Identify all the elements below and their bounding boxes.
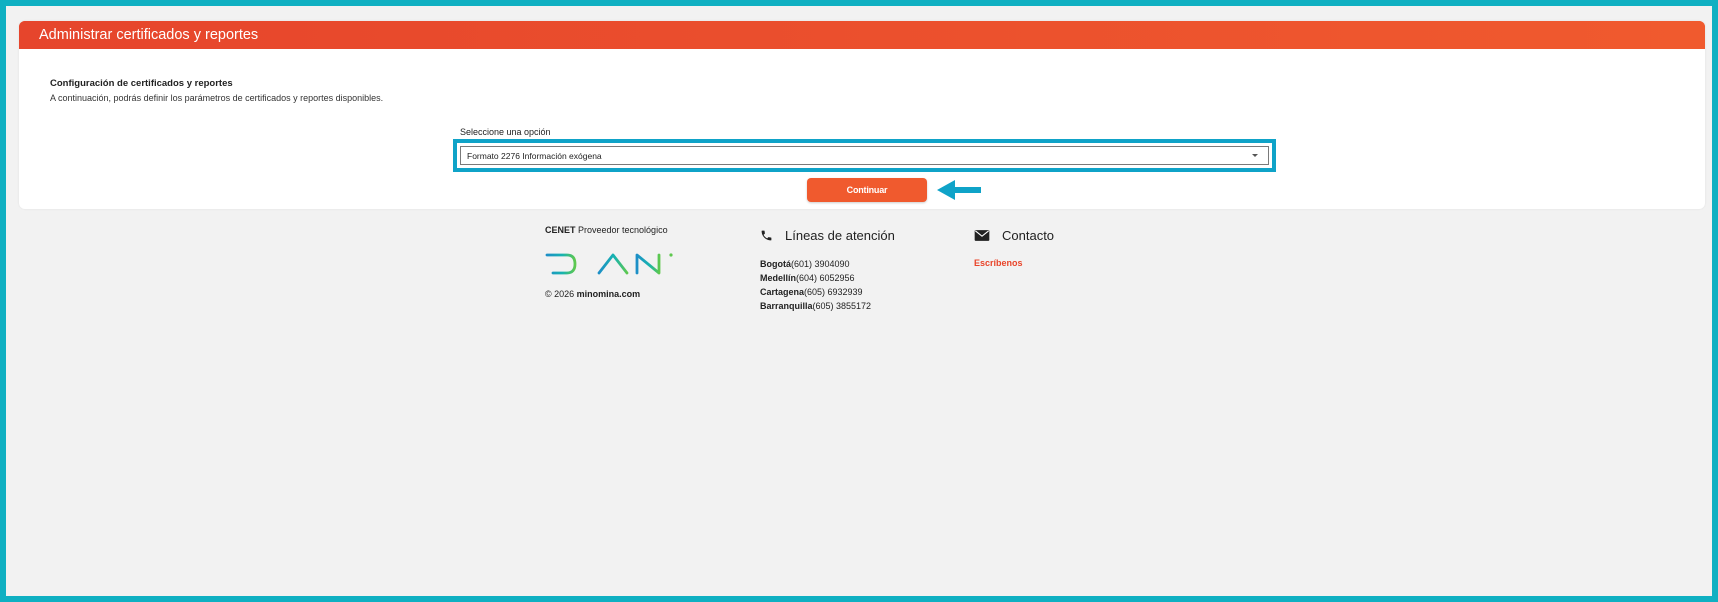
select-highlight-box: Formato 2276 Información exógena [453,139,1276,172]
provider-label: Proveedor tecnológico [575,225,668,235]
contact-link[interactable]: Escríbenos [974,258,1054,268]
continue-button[interactable]: Continuar [807,178,927,202]
copyright: © 2026 minomina.com [545,289,641,299]
chevron-down-icon[interactable] [1252,154,1258,157]
certificates-card: Administrar certificados y reportes Conf… [19,21,1705,209]
card-header: Administrar certificados y reportes [19,21,1705,49]
dian-logo [545,253,673,275]
provider-brand: CENET [545,225,576,235]
site-name: minomina.com [576,289,641,299]
contact-heading: Contacto [974,225,1054,245]
support-line: Medellín(604) 6052956 [760,273,855,283]
config-title: Configuración de certificados y reportes [50,78,233,89]
option-select[interactable]: Formato 2276 Información exógena [460,146,1269,165]
arrow-left-icon [937,180,981,200]
page-title: Administrar certificados y reportes [39,27,259,43]
footer-provider: CENET Proveedor tecnológico © 2026 minom… [545,225,677,299]
support-heading: Líneas de atención [760,225,895,245]
support-lines: Bogotá(601) 3904090 Medellín(604) 605295… [760,257,895,313]
support-title: Líneas de atención [785,227,895,243]
phone-icon [761,230,772,240]
config-description: A continuación, podrás definir los parám… [50,93,384,103]
support-line: Bogotá(601) 3904090 [760,259,850,269]
app-frame: Administrar certificados y reportes Conf… [0,0,1718,602]
support-line: Cartagena(605) 6932939 [760,287,863,297]
support-line: Barranquilla(605) 3855172 [760,301,872,311]
footer-support: Líneas de atención Bogotá(601) 3904090 M… [760,225,895,313]
envelope-icon [974,229,990,241]
contact-title: Contacto [1002,227,1055,243]
footer-contact: Contacto Escríbenos [974,225,1054,269]
select-value: Formato 2276 Información exógena [467,150,602,161]
select-label: Seleccione una opción [460,127,551,137]
provider-text: CENET Proveedor tecnológico [545,225,677,235]
